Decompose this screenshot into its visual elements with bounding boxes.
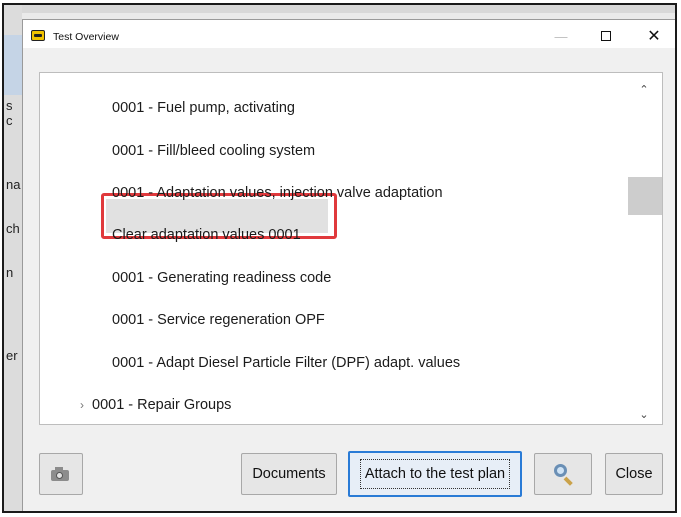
background-application: s c na ch n er [4,5,22,511]
camera-icon [51,467,71,481]
background-window-edge [4,5,675,13]
vertical-scrollbar[interactable]: ⌃ ⌄ [626,73,662,424]
background-text: er [6,348,18,363]
list-item-selected[interactable]: Clear adaptation values 0001 [112,227,301,243]
scroll-up-button[interactable]: ⌃ [626,79,662,99]
close-icon: ✕ [647,28,661,45]
app-icon [31,30,45,41]
background-text: na [6,177,21,192]
title-bar[interactable]: Test Overview — ✕ [23,20,675,48]
chevron-right-icon[interactable]: › [80,398,84,412]
search-button[interactable] [534,453,592,495]
background-panel [4,35,22,95]
documents-button[interactable]: Documents [241,453,337,495]
list-item[interactable]: 0001 - Fill/bleed cooling system [112,143,315,159]
background-text: s c [6,98,13,128]
list-item[interactable]: 0001 - Generating readiness code [112,270,331,286]
list-item[interactable]: 0001 - Adapt Diesel Particle Filter (DPF… [112,355,460,371]
tree-group-repair-groups[interactable]: › 0001 - Repair Groups [80,397,231,413]
search-icon [552,463,574,486]
test-list[interactable]: 0001 - Fuel pump, activating 0001 - Fill… [39,72,663,425]
screenshot-frame: s c na ch n er Test Overview — ✕ 0001 - … [2,3,677,513]
chevron-up-icon: ⌃ [639,83,649,96]
minimize-icon: — [554,28,568,44]
maximize-button[interactable] [586,25,626,47]
minimize-button[interactable]: — [541,25,581,47]
test-overview-dialog: Test Overview — ✕ 0001 - Fuel pump, acti… [22,19,675,511]
chevron-down-icon: ⌄ [639,408,649,421]
background-text: ch [6,221,20,236]
attach-button-label: Attach to the test plan [359,459,511,489]
scroll-down-button[interactable]: ⌄ [626,404,662,424]
list-item[interactable]: 0001 - Service regeneration OPF [112,312,325,328]
close-button[interactable]: Close [605,453,663,495]
list-item[interactable]: 0001 - Adaptation values, injection valv… [112,185,443,201]
tree-group-label: 0001 - Repair Groups [92,397,232,413]
window-title: Test Overview [53,31,119,43]
scroll-thumb[interactable] [628,177,662,215]
list-item[interactable]: 0001 - Fuel pump, activating [112,100,295,116]
background-text: n [6,265,14,280]
attach-to-test-plan-button[interactable]: Attach to the test plan [348,451,522,497]
close-window-button[interactable]: ✕ [634,25,674,47]
screenshot-button[interactable] [39,453,83,495]
maximize-icon [601,31,611,41]
